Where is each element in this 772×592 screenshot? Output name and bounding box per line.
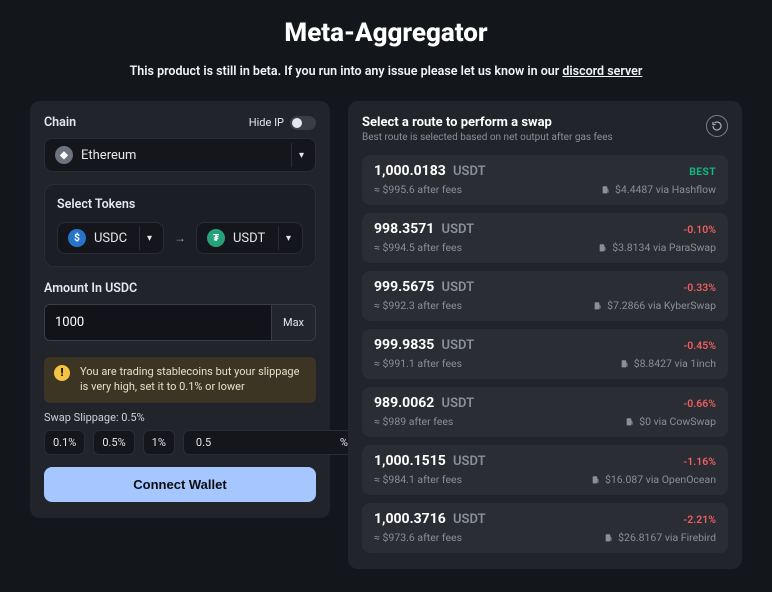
- route-after-fees: ≈ $973.6 after fees: [374, 531, 462, 544]
- route-symbol: USDT: [438, 338, 474, 353]
- warning-icon: !: [54, 365, 70, 381]
- select-tokens-label: Select Tokens: [57, 197, 303, 212]
- slippage-preset[interactable]: 1%: [143, 430, 175, 455]
- route-symbol: USDT: [438, 396, 474, 411]
- warning-text: You are trading stablecoins but your sli…: [80, 365, 306, 395]
- route-after-fees: ≈ $989 after fees: [374, 415, 453, 428]
- usdc-icon: $: [68, 229, 86, 247]
- from-token-value: USDC: [94, 231, 127, 246]
- slippage-warning: ! You are trading stablecoins but your s…: [44, 357, 316, 403]
- amount-label: Amount In USDC: [44, 281, 316, 296]
- route-gas: $8.8427 via 1inch: [620, 357, 716, 370]
- route-item[interactable]: 1,000.0183 USDT BEST ≈ $995.6 after fees $4…: [362, 155, 728, 205]
- route-gas: $16.087 via OpenOcean: [591, 473, 716, 486]
- discord-link[interactable]: discord server: [562, 64, 642, 79]
- arrow-right-icon: →: [172, 231, 188, 245]
- refresh-button[interactable]: [706, 115, 728, 137]
- slippage-preset[interactable]: 0.5%: [93, 430, 134, 455]
- route-item[interactable]: 1,000.1515 USDT -1.16% ≈ $984.1 after fees…: [362, 445, 728, 495]
- route-gas: $26.8167 via Firebird: [604, 531, 716, 544]
- route-item[interactable]: 989.0062 USDT -0.66% ≈ $989 after fees $0 v…: [362, 387, 728, 437]
- chain-select[interactable]: ◆ Ethereum ▾: [44, 138, 316, 172]
- route-amount: 998.3571: [374, 221, 434, 237]
- routes-subtitle: Best route is selected based on net outp…: [362, 132, 613, 143]
- slippage-custom-input[interactable]: [192, 431, 340, 454]
- route-symbol: USDT: [450, 512, 486, 527]
- route-gas: $4.4487 via Hashflow: [601, 183, 716, 196]
- route-after-fees: ≈ $995.6 after fees: [374, 183, 462, 196]
- max-button[interactable]: Max: [271, 305, 315, 340]
- slippage-preset[interactable]: 0.1%: [44, 430, 85, 455]
- diff-badge: -0.45%: [683, 339, 716, 352]
- route-amount: 999.9835: [374, 337, 434, 353]
- route-amount: 989.0062: [374, 395, 434, 411]
- diff-badge: -1.16%: [683, 455, 716, 468]
- route-amount: 1,000.0183: [374, 163, 446, 179]
- chevron-down-icon: ▾: [278, 226, 298, 250]
- route-gas: $3.8134 via ParaSwap: [598, 241, 716, 254]
- diff-badge: -0.66%: [683, 397, 716, 410]
- page-subtitle: This product is still in beta. If you ru…: [30, 64, 742, 79]
- token-card: Select Tokens $ USDC ▾ → ₮ USDT: [44, 184, 316, 267]
- percent-sign: %: [340, 436, 348, 449]
- routes-panel: Select a route to perform a swap Best ro…: [348, 101, 742, 569]
- route-gas: $0 via CowSwap: [625, 415, 716, 428]
- page-title: Meta-Aggregator: [30, 18, 742, 48]
- slippage-row: 0.1% 0.5% 1% %: [44, 430, 316, 455]
- usdt-icon: ₮: [207, 229, 225, 247]
- chevron-down-icon: ▾: [139, 226, 159, 250]
- route-amount: 1,000.3716: [374, 511, 446, 527]
- route-after-fees: ≈ $994.5 after fees: [374, 241, 462, 254]
- route-item[interactable]: 999.9835 USDT -0.45% ≈ $991.1 after fees $8…: [362, 329, 728, 379]
- route-symbol: USDT: [438, 280, 474, 295]
- refresh-icon: [711, 120, 723, 132]
- slippage-custom[interactable]: %: [183, 430, 357, 455]
- best-badge: BEST: [689, 165, 716, 178]
- subtitle-text: This product is still in beta. If you ru…: [130, 64, 563, 79]
- route-amount: 999.5675: [374, 279, 434, 295]
- route-item[interactable]: 1,000.3716 USDT -2.21% ≈ $973.6 after fees…: [362, 503, 728, 553]
- ethereum-icon: ◆: [55, 146, 73, 164]
- swap-panel: Chain Hide IP ◆ Ethereum ▾ Select Tokens: [30, 101, 330, 518]
- diff-badge: -0.33%: [683, 281, 716, 294]
- route-after-fees: ≈ $992.3 after fees: [374, 299, 462, 312]
- route-after-fees: ≈ $984.1 after fees: [374, 473, 462, 486]
- amount-input[interactable]: [45, 305, 271, 340]
- route-symbol: USDT: [450, 454, 486, 469]
- chevron-down-icon: ▾: [291, 143, 311, 167]
- slippage-label: Swap Slippage: 0.5%: [44, 411, 316, 424]
- route-symbol: USDT: [450, 164, 486, 179]
- routes-list: 1,000.0183 USDT BEST ≈ $995.6 after fees $4…: [362, 155, 728, 553]
- from-token-select[interactable]: $ USDC ▾: [57, 222, 164, 254]
- hide-ip-toggle[interactable]: [290, 116, 316, 130]
- route-item[interactable]: 998.3571 USDT -0.10% ≈ $994.5 after fees $3…: [362, 213, 728, 263]
- route-item[interactable]: 999.5675 USDT -0.33% ≈ $992.3 after fees $7…: [362, 271, 728, 321]
- route-gas: $7.2866 via KyberSwap: [593, 299, 716, 312]
- hide-ip-toggle-wrap: Hide IP: [249, 116, 316, 130]
- to-token-value: USDT: [233, 231, 265, 246]
- to-token-select[interactable]: ₮ USDT ▾: [196, 222, 303, 254]
- route-after-fees: ≈ $991.1 after fees: [374, 357, 462, 370]
- hide-ip-label: Hide IP: [249, 116, 284, 129]
- route-symbol: USDT: [438, 222, 474, 237]
- route-amount: 1,000.1515: [374, 453, 446, 469]
- diff-badge: -2.21%: [683, 513, 716, 526]
- chain-label: Chain: [44, 115, 76, 130]
- connect-wallet-button[interactable]: Connect Wallet: [44, 467, 316, 502]
- chain-value: Ethereum: [81, 148, 136, 163]
- routes-title: Select a route to perform a swap: [362, 115, 613, 130]
- diff-badge: -0.10%: [683, 223, 716, 236]
